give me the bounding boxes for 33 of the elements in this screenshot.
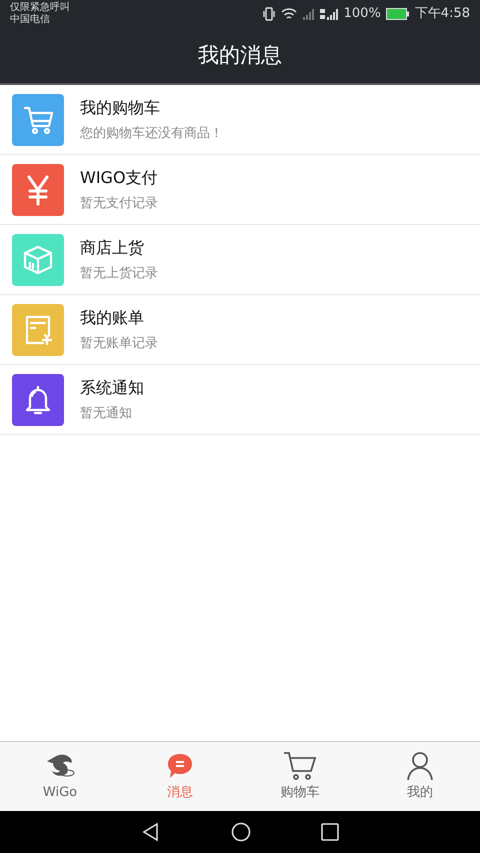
message-row[interactable]: 系统通知 暂无通知 <box>0 365 480 435</box>
message-preview: 暂无账单记录 <box>80 334 158 353</box>
carrier-name: 中国电信 <box>10 14 51 26</box>
message-row[interactable]: 我的购物车 您的购物车还没有商品！ <box>0 85 480 155</box>
message-title: 系统通知 <box>80 376 144 399</box>
person-icon <box>405 750 435 781</box>
battery-percent: 100% <box>344 5 381 24</box>
tab[interactable]: WiGo <box>0 742 120 811</box>
message-row[interactable]: 我的账单 暂无账单记录 <box>0 295 480 365</box>
message-row[interactable]: 商店上货 暂无上货记录 <box>0 225 480 295</box>
recents-icon[interactable] <box>321 823 339 841</box>
message-preview: 您的购物车还没有商品！ <box>80 124 223 143</box>
clock: 下午4:58 <box>414 5 470 24</box>
message-title: WIGO支付 <box>80 166 158 189</box>
signal-icon <box>318 7 339 21</box>
vibrate-icon <box>262 7 276 21</box>
message-title: 商店上货 <box>80 236 145 259</box>
battery-icon <box>386 8 410 20</box>
back-icon[interactable] <box>141 822 161 842</box>
message-row[interactable]: WIGO支付 暂无支付记录 <box>0 155 480 225</box>
tab[interactable]: 购物车 <box>240 742 360 811</box>
message-title: 我的账单 <box>80 306 145 329</box>
message-preview: 暂无支付记录 <box>80 194 158 213</box>
cart-icon <box>282 750 318 781</box>
message-title: 我的购物车 <box>80 96 161 119</box>
message-preview: 暂无上货记录 <box>80 264 158 283</box>
home-icon[interactable] <box>231 822 251 842</box>
page-title: 我的消息 <box>198 42 282 69</box>
tab[interactable]: 我的 <box>360 742 480 811</box>
carrier-notice: 仅限紧急呼叫 <box>10 2 70 14</box>
message-preview: 暂无通知 <box>80 404 133 423</box>
wifi-icon <box>280 7 297 21</box>
signal-icon <box>302 7 314 21</box>
